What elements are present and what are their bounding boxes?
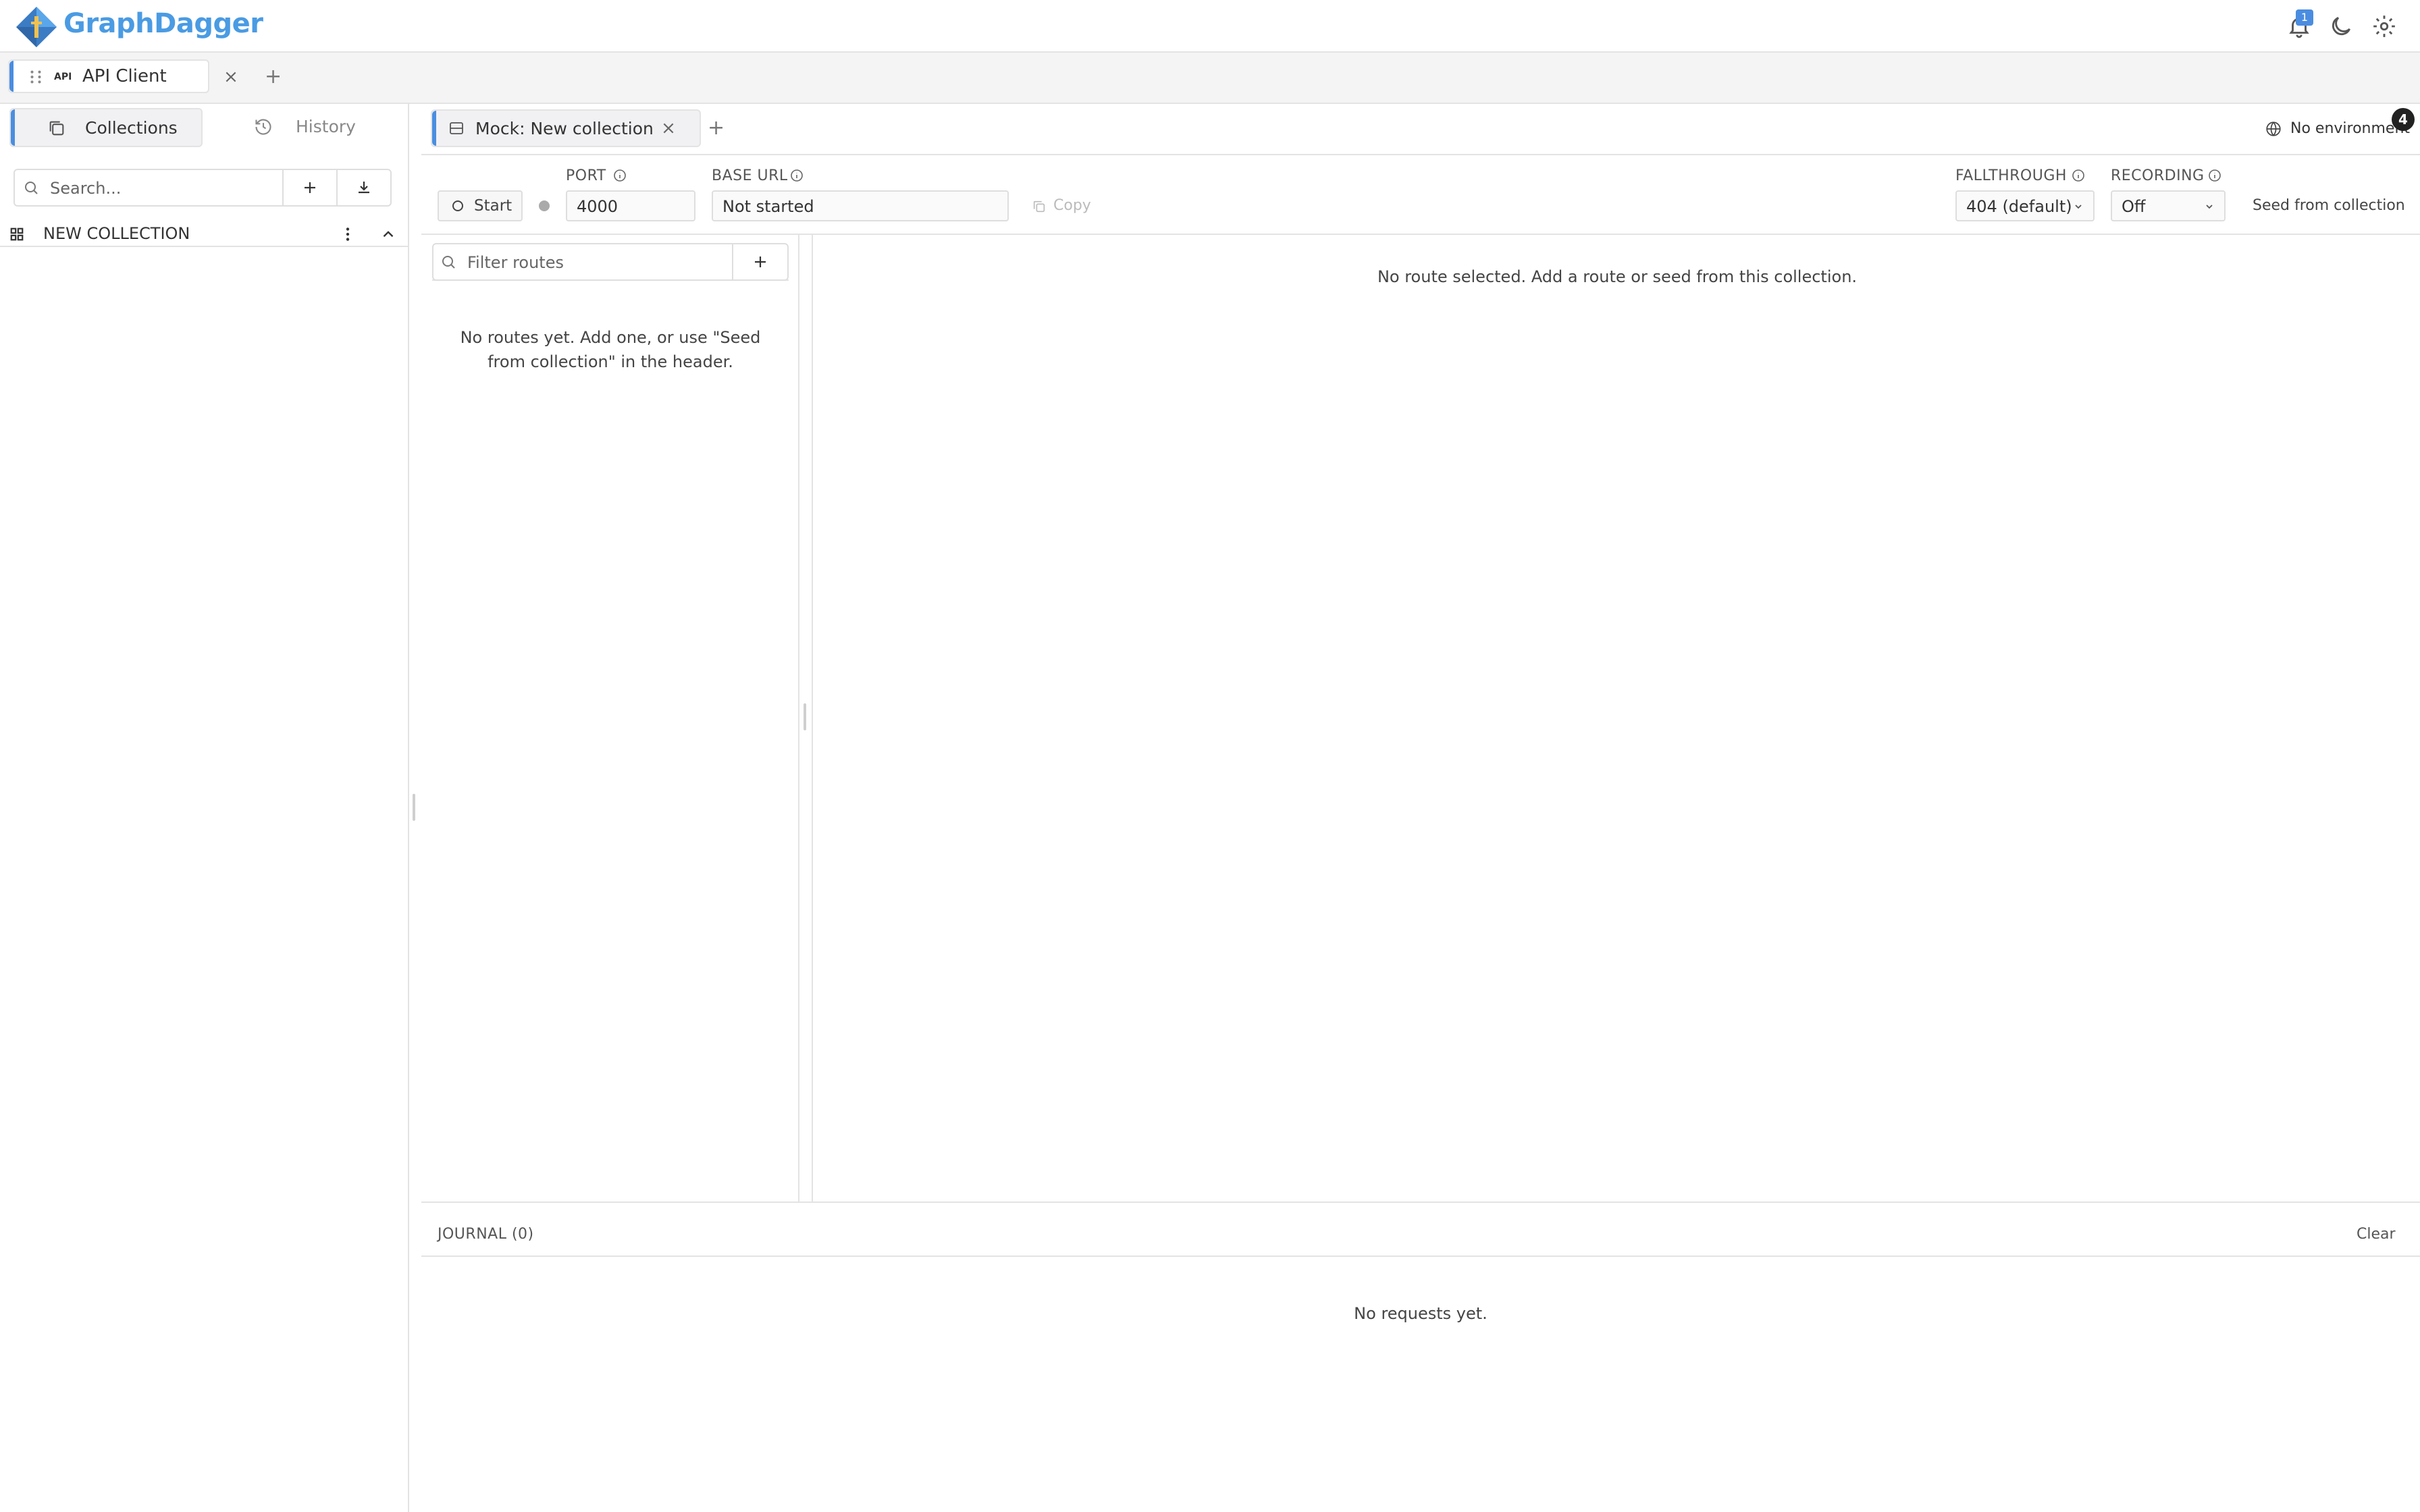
collection-item[interactable]: NEW COLLECTION	[0, 220, 409, 247]
chevron-down-icon	[2206, 205, 2213, 209]
routes-panel: Filter routes No routes yet. Add one, or…	[421, 235, 799, 1202]
start-button[interactable]: Start	[438, 190, 523, 221]
api-badge-icon: API	[54, 72, 72, 82]
plus-icon	[305, 182, 315, 193]
port-label: PORT	[566, 167, 606, 184]
globe-icon	[2266, 122, 2281, 136]
route-detail-panel: No route selected. Add a route or seed f…	[812, 235, 2420, 1202]
panel-tabbar: Mock: New collection + No environment 4	[421, 104, 2420, 155]
info-icon[interactable]	[790, 169, 804, 182]
tab-api-client[interactable]: API API Client	[8, 59, 236, 93]
copy-label: Copy	[1053, 197, 1091, 214]
logo-icon	[16, 7, 57, 47]
fallthrough-select[interactable]: 404 (default)	[1955, 190, 2095, 221]
plus-icon	[755, 256, 766, 267]
recording-select[interactable]: Off	[2111, 190, 2226, 221]
collection-grid-icon	[10, 227, 24, 241]
add-tab-button[interactable]: +	[265, 65, 282, 88]
port-input[interactable]: 4000	[566, 190, 695, 221]
journal-empty-message: No requests yet.	[1354, 1304, 1488, 1323]
circle-icon	[452, 200, 463, 211]
moon-icon[interactable]	[2328, 14, 2354, 39]
detail-empty-message: No route selected. Add a route or seed f…	[1377, 267, 1858, 286]
filter-placeholder: Filter routes	[467, 253, 564, 272]
seed-from-collection-button[interactable]: Seed from collection	[2253, 197, 2405, 214]
search-icon	[25, 182, 38, 194]
app-header: GraphDagger 1	[0, 0, 2420, 53]
app-name: GraphDagger	[63, 8, 263, 39]
more-vertical-icon[interactable]	[339, 225, 357, 243]
add-panel-tab-button[interactable]: +	[708, 116, 725, 140]
info-icon[interactable]	[613, 169, 627, 182]
fallthrough-value: 404 (default)	[1966, 197, 2072, 216]
filter-routes-input[interactable]: Filter routes	[432, 243, 733, 281]
info-icon[interactable]	[2208, 169, 2221, 182]
search-input[interactable]: Search...	[14, 169, 284, 207]
add-route-button[interactable]	[732, 243, 789, 281]
gear-icon[interactable]	[2371, 14, 2397, 39]
routes-toolbar: Filter routes	[432, 243, 789, 281]
server-icon	[450, 122, 463, 134]
mock-server-bar: Start PORT 4000 BASE URL Not started Cop…	[421, 155, 2420, 235]
info-icon[interactable]	[2072, 169, 2085, 182]
tab-collections-label: Collections	[85, 118, 178, 138]
search-icon	[442, 256, 455, 269]
tab-history-label: History	[296, 117, 356, 136]
close-icon[interactable]	[224, 70, 238, 84]
search-placeholder: Search...	[50, 179, 122, 198]
history-icon	[255, 119, 271, 135]
start-label: Start	[474, 197, 512, 215]
chevron-up-icon[interactable]	[379, 225, 397, 243]
base-url-field: Not started	[712, 190, 1009, 221]
collections-icon	[49, 121, 64, 136]
close-icon[interactable]	[662, 122, 675, 135]
import-button[interactable]	[336, 169, 392, 207]
routes-resize-handle[interactable]	[804, 703, 806, 730]
collection-name: NEW COLLECTION	[43, 224, 190, 243]
tab-mock-new-collection[interactable]: Mock: New collection	[431, 109, 701, 147]
drag-handle-icon[interactable]	[28, 70, 43, 84]
journal-title: JOURNAL (0)	[438, 1226, 534, 1243]
tab-collections[interactable]: Collections	[9, 108, 203, 147]
tab-accent	[432, 111, 436, 146]
tab-history[interactable]: History	[215, 108, 408, 147]
environment-count-badge: 4	[2392, 108, 2415, 131]
journal-header: JOURNAL (0) Clear	[421, 1214, 2420, 1257]
base-url-label: BASE URL	[712, 167, 788, 184]
journal-panel: JOURNAL (0) Clear No requests yet.	[421, 1202, 2420, 1512]
fallthrough-label: FALLTHROUGH	[1955, 167, 2067, 184]
routes-empty-line-2: from collection" in the header.	[488, 352, 733, 371]
copy-icon	[1033, 200, 1045, 213]
sidebar-resize-handle[interactable]	[413, 794, 415, 821]
copy-button[interactable]: Copy	[1022, 190, 1103, 221]
sidebar: Collections History Search... NEW COLLEC…	[0, 104, 409, 1512]
tab-accent	[11, 109, 15, 146]
download-icon	[359, 182, 369, 194]
tab-label: Mock: New collection	[475, 119, 654, 138]
add-collection-button[interactable]	[282, 169, 338, 207]
workspace-tabbar: API API Client +	[0, 53, 2420, 104]
routes-empty-line-1: No routes yet. Add one, or use "Seed	[460, 328, 761, 347]
chevron-down-icon	[2075, 205, 2082, 209]
tab-label: API Client	[82, 66, 167, 86]
tab-accent	[9, 61, 14, 92]
recording-value: Off	[2122, 197, 2146, 216]
recording-label: RECORDING	[2111, 167, 2205, 184]
notification-badge: 1	[2296, 9, 2313, 26]
status-dot	[539, 200, 550, 211]
journal-clear-button[interactable]: Clear	[2357, 1226, 2396, 1243]
